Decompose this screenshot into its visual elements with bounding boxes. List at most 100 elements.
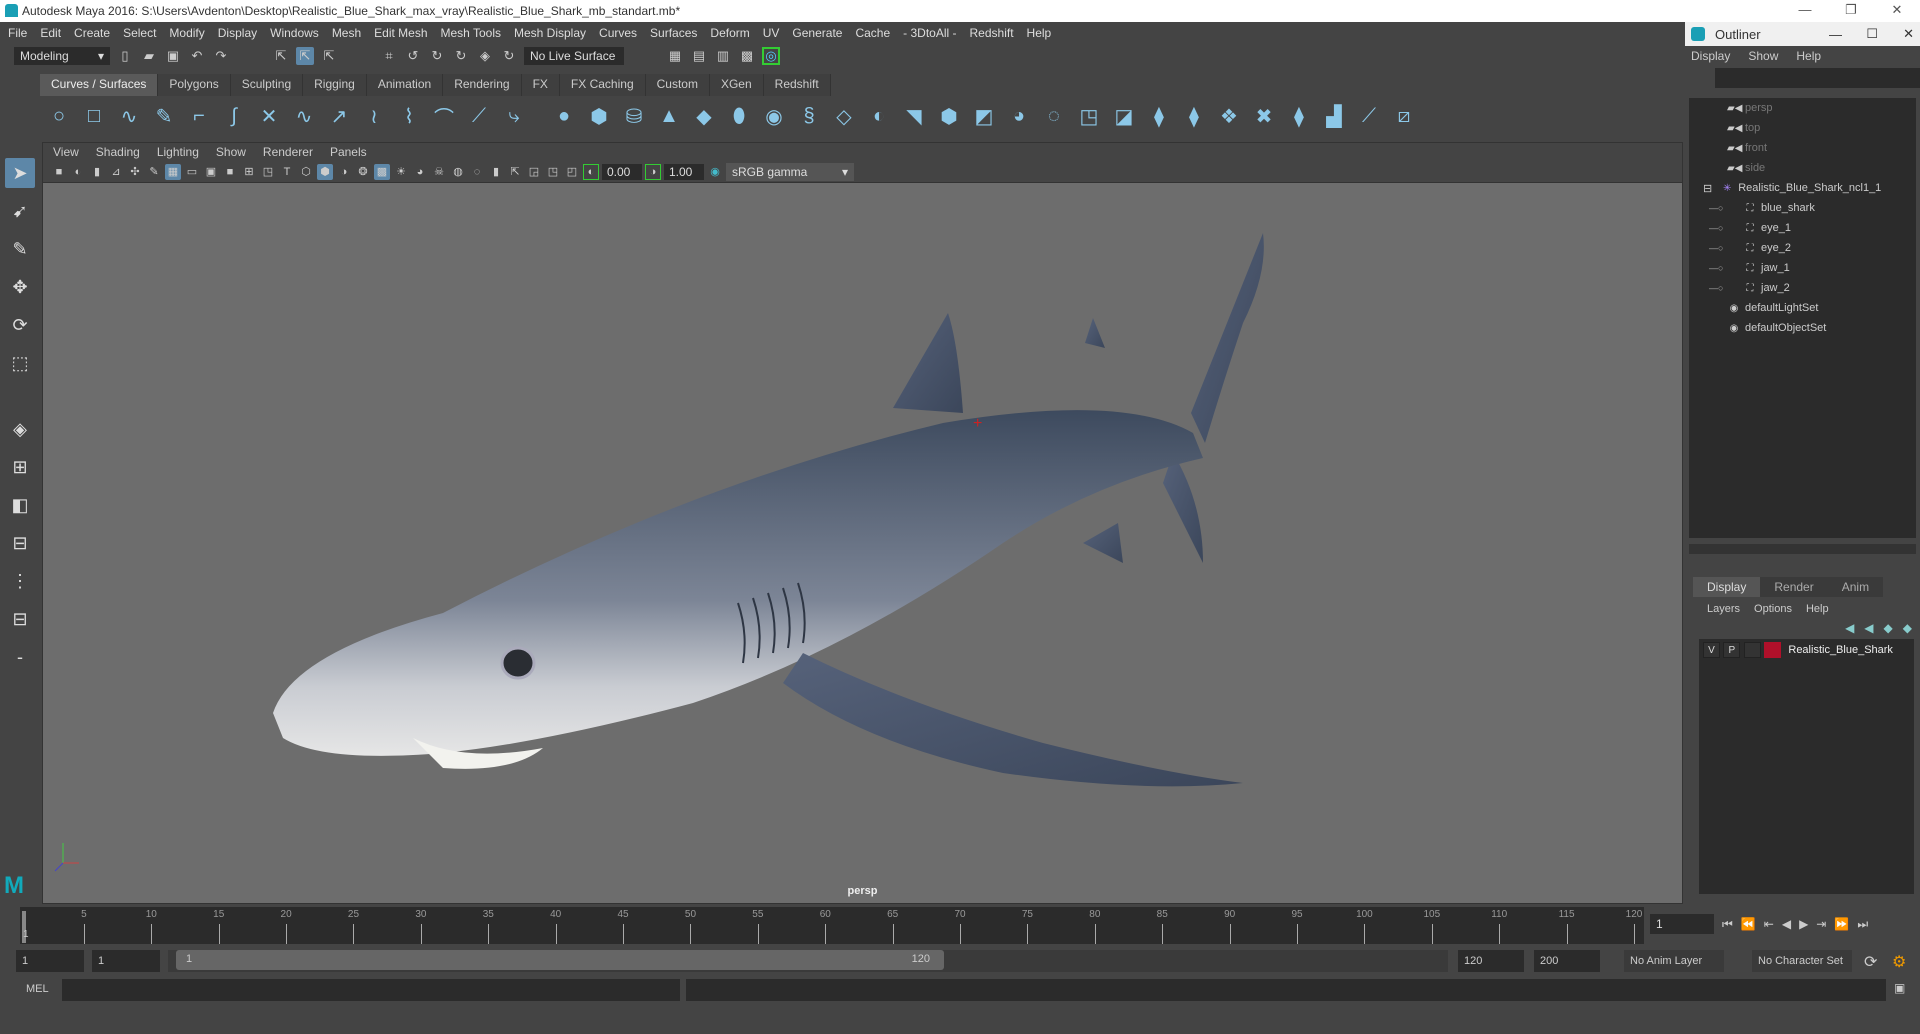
lights-icon[interactable]: ☀ [393,164,409,180]
pencil-curve-icon[interactable]: ✎ [151,103,177,129]
layer-menu-help[interactable]: Help [1806,603,1829,615]
anti-aliasing-icon[interactable]: ▮ [488,164,504,180]
shelf-tab-custom[interactable]: Custom [645,74,710,96]
play-backward-icon[interactable]: ◀ [1782,917,1791,931]
untrim-icon[interactable]: ⧫ [1181,103,1207,129]
paint-select-icon[interactable]: ✎ [5,234,35,264]
camera-select-icon[interactable]: ■ [51,164,67,180]
menu-mesh-display[interactable]: Mesh Display [514,26,586,40]
nurbs-cube-icon[interactable]: ⬢ [586,103,612,129]
cv-curve-icon[interactable]: ∿ [116,103,142,129]
step-forward-frame-icon[interactable]: ⇥ [1816,917,1826,931]
select-object-icon[interactable]: ⇱ [296,47,314,65]
playback-start-field[interactable]: 1 [92,950,160,972]
field-chart-icon[interactable]: ⊞ [241,164,257,180]
outliner-maximize-button[interactable]: ☐ [1866,26,1878,42]
ipr-render-icon[interactable]: ▥ [714,47,732,65]
scene-end-field[interactable]: 200 [1534,950,1600,972]
color-space-dropdown[interactable]: sRGB gamma ▾ [726,162,854,181]
undo-icon[interactable]: ↶ [188,47,206,65]
ambient-occlusion-icon[interactable]: ◍ [450,164,466,180]
nurbs-plane-icon[interactable]: ◆ [691,103,717,129]
select-tool-icon[interactable]: ➤ [5,158,35,188]
revolve-icon[interactable]: ◉ [761,103,787,129]
persp-outliner-icon[interactable]: ⋮ [5,566,35,596]
extrude-icon[interactable]: ◐ [866,103,892,129]
new-layer-icon[interactable]: ◆ [1884,621,1893,635]
nurbs-square-icon[interactable]: □ [81,103,107,129]
project-curve-icon[interactable]: ◳ [1076,103,1102,129]
mode-dropdown[interactable]: Modeling ▾ [14,47,110,65]
menu-select[interactable]: Select [123,26,156,40]
menu-redshift[interactable]: Redshift [970,26,1014,40]
extend-curve-icon[interactable]: ↗ [326,103,352,129]
command-input[interactable] [62,979,680,1001]
bezier-curve-icon[interactable]: ∫ [221,103,247,129]
outliner-menu-help[interactable]: Help [1796,49,1821,63]
auto-key-icon[interactable]: ⟳ [1864,952,1877,972]
script-editor-icon[interactable]: ▣ [1894,981,1905,995]
insert-knot-icon[interactable]: ⌒ [431,103,457,130]
textured-icon[interactable]: ▩ [374,163,390,180]
menu-curves[interactable]: Curves [599,26,637,40]
character-set-dropdown[interactable]: No Character Set [1752,950,1852,972]
panel-menu-shading[interactable]: Shading [96,145,140,159]
outliner-item[interactable]: —○ ⛶ blue_shark [1689,198,1916,218]
detach-curves-icon[interactable]: ∿ [291,103,317,129]
collapse-icon[interactable]: ⊟ [1703,182,1712,195]
hud-icon[interactable]: ◳ [545,164,561,180]
outliner-scrollbar[interactable] [1689,544,1916,554]
persp-graph-icon[interactable]: ⊟ [5,528,35,558]
select-hierarchy-icon[interactable]: ⇱ [272,47,290,65]
detach-surfaces-icon[interactable]: ✖ [1251,103,1277,129]
snap-point-icon[interactable]: ↻ [428,47,446,65]
minimize-button[interactable]: — [1782,0,1828,20]
step-back-frame-icon[interactable]: ⇤ [1764,917,1774,931]
loft-icon[interactable]: § [796,103,822,129]
sculpt-tool-icon[interactable]: ⟋ [1356,103,1382,129]
shark-model[interactable]: + [43,183,1683,883]
shelf-tab-fx-caching[interactable]: FX Caching [559,74,646,96]
live-surface-field[interactable]: No Live Surface [524,47,624,65]
menu-display[interactable]: Display [218,26,257,40]
step-back-key-icon[interactable]: ⏪ [1741,917,1756,931]
select-camera-icon[interactable]: ⇱ [507,164,523,180]
layer-color-swatch[interactable] [1764,642,1782,658]
snap-surface-icon[interactable]: ◈ [476,47,494,65]
resolution-gate-icon[interactable]: ▣ [203,164,219,180]
shadows-icon[interactable]: ◕ [412,164,428,180]
layer-type-toggle[interactable] [1743,642,1761,658]
menu-edit-mesh[interactable]: Edit Mesh [374,26,427,40]
select-component-icon[interactable]: ⇱ [320,47,338,65]
smooth-shade-icon[interactable]: ⬢ [317,163,333,180]
shelf-tab-fx[interactable]: FX [521,74,560,96]
gamma-icon[interactable]: ◑ [645,163,661,180]
command-language-label[interactable]: MEL [26,983,49,995]
shelf-tab-xgen[interactable]: XGen [709,74,764,96]
current-frame-field[interactable]: 1 [1650,914,1714,934]
outliner-item[interactable]: —○ ⛶ eye_2 [1689,238,1916,258]
layer-tab-anim[interactable]: Anim [1827,577,1884,597]
shelf-tab-redshift[interactable]: Redshift [763,74,831,96]
birail-icon[interactable]: ◥ [901,103,927,129]
frame-icon[interactable]: ◰ [564,164,580,180]
hypershade-icon[interactable]: ◎ [762,47,780,65]
menu-cache[interactable]: Cache [855,26,890,40]
preferences-icon[interactable]: ⚙ [1892,952,1906,972]
planar-icon[interactable]: ◇ [831,103,857,129]
bevel-plus-icon[interactable]: ◌ [1041,103,1067,129]
outliner-menu-show[interactable]: Show [1748,49,1778,63]
menu-mesh-tools[interactable]: Mesh Tools [441,26,501,40]
menu-uv[interactable]: UV [763,26,780,40]
new-layer-selected-icon[interactable]: ◆ [1903,621,1912,635]
menu-generate[interactable]: Generate [792,26,842,40]
bookmark-icon[interactable]: ▮ [89,164,105,180]
menu-mesh[interactable]: Mesh [332,26,361,40]
time-slider[interactable]: 1 5 10 15 20 25 30 35 40 45 50 55 60 65 70 75 80 85 90 95 1… [20,907,1644,944]
collapse-icon[interactable]: - [5,642,35,672]
go-to-end-icon[interactable]: ⏭ [1857,917,1868,932]
open-close-icon[interactable]: ⧫ [1286,103,1312,129]
2d-pan-icon[interactable]: ✣ [127,164,143,180]
outliner-item[interactable]: ⊟ ✳ Realistic_Blue_Shark_ncl1_1 [1689,178,1916,198]
snap-grid-icon[interactable]: ⌗ [380,47,398,65]
